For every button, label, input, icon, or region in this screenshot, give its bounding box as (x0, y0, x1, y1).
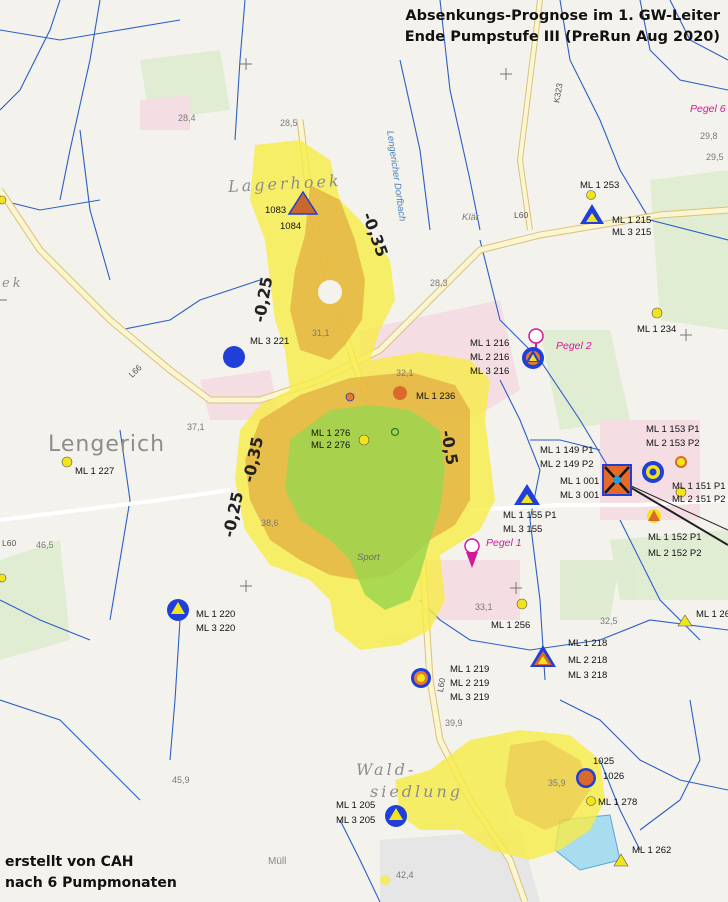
well-label: ML 1 256 (491, 620, 531, 631)
well-label: ML 1 001 (560, 476, 600, 487)
elevation-label: 28,3 (430, 278, 448, 288)
well-ml1153-small[interactable] (675, 456, 687, 468)
well-label: ML 2 219 (450, 678, 490, 689)
well-label: 1083 (265, 205, 287, 216)
place-klar: Klär (462, 212, 479, 223)
well-label: ML 3 218 (568, 670, 608, 681)
well-ml3221[interactable] (223, 346, 245, 368)
well-label: ML 3 001 (560, 490, 600, 501)
credit-line-1: erstellt von CAH (5, 854, 134, 870)
well-label: ML 2 149 P2 (540, 459, 594, 470)
well-label: 1026 (603, 771, 625, 782)
map-title-line-1: Absenkungs-Prognose im 1. GW-Leiter (405, 8, 720, 24)
well-edge-left-2[interactable] (0, 573, 7, 583)
well-ml1236[interactable] (393, 386, 407, 400)
well-label: ML 1 149 P1 (540, 445, 594, 456)
well-label: ML 3 215 (612, 227, 652, 238)
small-marker-2 (345, 392, 355, 402)
map-title: Absenkungs-Prognose im 1. GW-Leiter Ende… (405, 6, 720, 48)
well-ml1234[interactable] (651, 307, 663, 319)
well-edge-left-1[interactable] (0, 195, 7, 205)
place-muell: Müll (268, 856, 287, 867)
elevation-label: 39,9 (445, 718, 463, 728)
well-ml1152[interactable] (647, 509, 661, 523)
credit-line-2: nach 6 Pumpmonaten (5, 875, 177, 891)
well-label: ML 1 152 P1 (648, 532, 702, 543)
elevation-label: 35,9 (548, 778, 566, 788)
well-label: ML 2 276 (311, 440, 351, 451)
well-label: ML 3 219 (450, 692, 490, 703)
elevation-label: 28,5 (280, 118, 298, 128)
well-label: 1084 (280, 221, 302, 232)
elevation-label: 46,5 (36, 540, 54, 550)
well-label: ML 1 219 (450, 664, 490, 675)
well-ml1276[interactable] (358, 434, 370, 446)
well-1025[interactable] (576, 768, 596, 788)
well-label: ML 1 151 P1 (672, 481, 726, 492)
place-ek: ek (2, 276, 24, 291)
well-label: ML 1 218 (568, 638, 608, 649)
well-label: ML 3 216 (470, 366, 510, 377)
place-sport: Sport (357, 552, 380, 563)
well-label: ML 3 155 (503, 524, 543, 535)
well-label: 1025 (593, 756, 615, 767)
well-label: ML 1 205 (336, 800, 376, 811)
pegel-2-label: Pegel 2 (556, 340, 592, 352)
elevation-label: 37,1 (187, 422, 205, 432)
elevation-label: 29,5 (706, 152, 724, 162)
well-label: ML 2 152 P2 (648, 548, 702, 559)
well-ml1205[interactable] (385, 805, 407, 827)
elevation-label: 28,4 (178, 113, 196, 123)
unaffected-patch (318, 280, 342, 304)
pegel-1-label: Pegel 1 (486, 537, 522, 549)
elevation-label: 38,6 (261, 518, 279, 528)
well-label: ML 1 262 (632, 845, 672, 856)
elevation-label: 32,5 (600, 616, 618, 626)
well-label: ML 1 236 (416, 391, 456, 402)
well-label: ML 2 218 (568, 655, 608, 666)
well-label: ML 1 215 (612, 215, 652, 226)
well-label: ML 3 221 (250, 336, 290, 347)
elevation-label: 33,1 (475, 602, 493, 612)
well-label: ML 2 153 P2 (646, 438, 700, 449)
well-label: ML 1 155 P1 (503, 510, 557, 521)
well-ml1227[interactable] (61, 456, 73, 468)
well-label: ML 1 278 (598, 797, 638, 808)
elevation-label: 42,4 (396, 870, 414, 880)
well-label: ML 1 216 (470, 338, 510, 349)
elevation-label: 45,9 (172, 775, 190, 785)
well-label: ML 1 253 (580, 180, 620, 191)
well-ml1253[interactable] (586, 190, 596, 200)
well-ml1153[interactable] (642, 461, 664, 483)
elevation-label: 31,1 (312, 328, 330, 338)
well-ml1278[interactable] (586, 796, 596, 806)
place-waldsiedlung-2: siedlung (370, 782, 464, 801)
road-l60-top: L60 (514, 210, 529, 220)
town-name: Lengerich (48, 432, 166, 457)
elevation-label: 32,1 (396, 368, 414, 378)
elevation-label: 29,8 (700, 131, 718, 141)
well-label: ML 2 216 (470, 352, 510, 363)
well-label: ML 2 151 P2 (672, 494, 726, 505)
map-credit: erstellt von CAH nach 6 Pumpmonaten (5, 852, 177, 894)
well-label: ML 1 227 (75, 466, 115, 477)
well-label: ML 1 220 (196, 609, 236, 620)
pegel-6-label: Pegel 6 (690, 103, 726, 115)
well-label: ML 1 276 (311, 428, 351, 439)
well-label: ML 3 205 (336, 815, 376, 826)
well-ml1216[interactable] (522, 347, 544, 369)
well-ml1256[interactable] (516, 598, 528, 610)
well-ml1220[interactable] (167, 599, 189, 621)
map-title-line-2: Ende Pumpstufe III (PreRun Aug 2020) (404, 29, 720, 45)
place-waldsiedlung-1: Wald- (356, 760, 417, 779)
road-l60-left: L60 (2, 538, 17, 548)
well-label: ML 3 220 (196, 623, 236, 634)
well-label: ML 1 234 (637, 324, 677, 335)
well-label: ML 1 153 P1 (646, 424, 700, 435)
well-label: ML 1 26 (696, 609, 728, 620)
well-ml1219[interactable] (411, 668, 431, 688)
